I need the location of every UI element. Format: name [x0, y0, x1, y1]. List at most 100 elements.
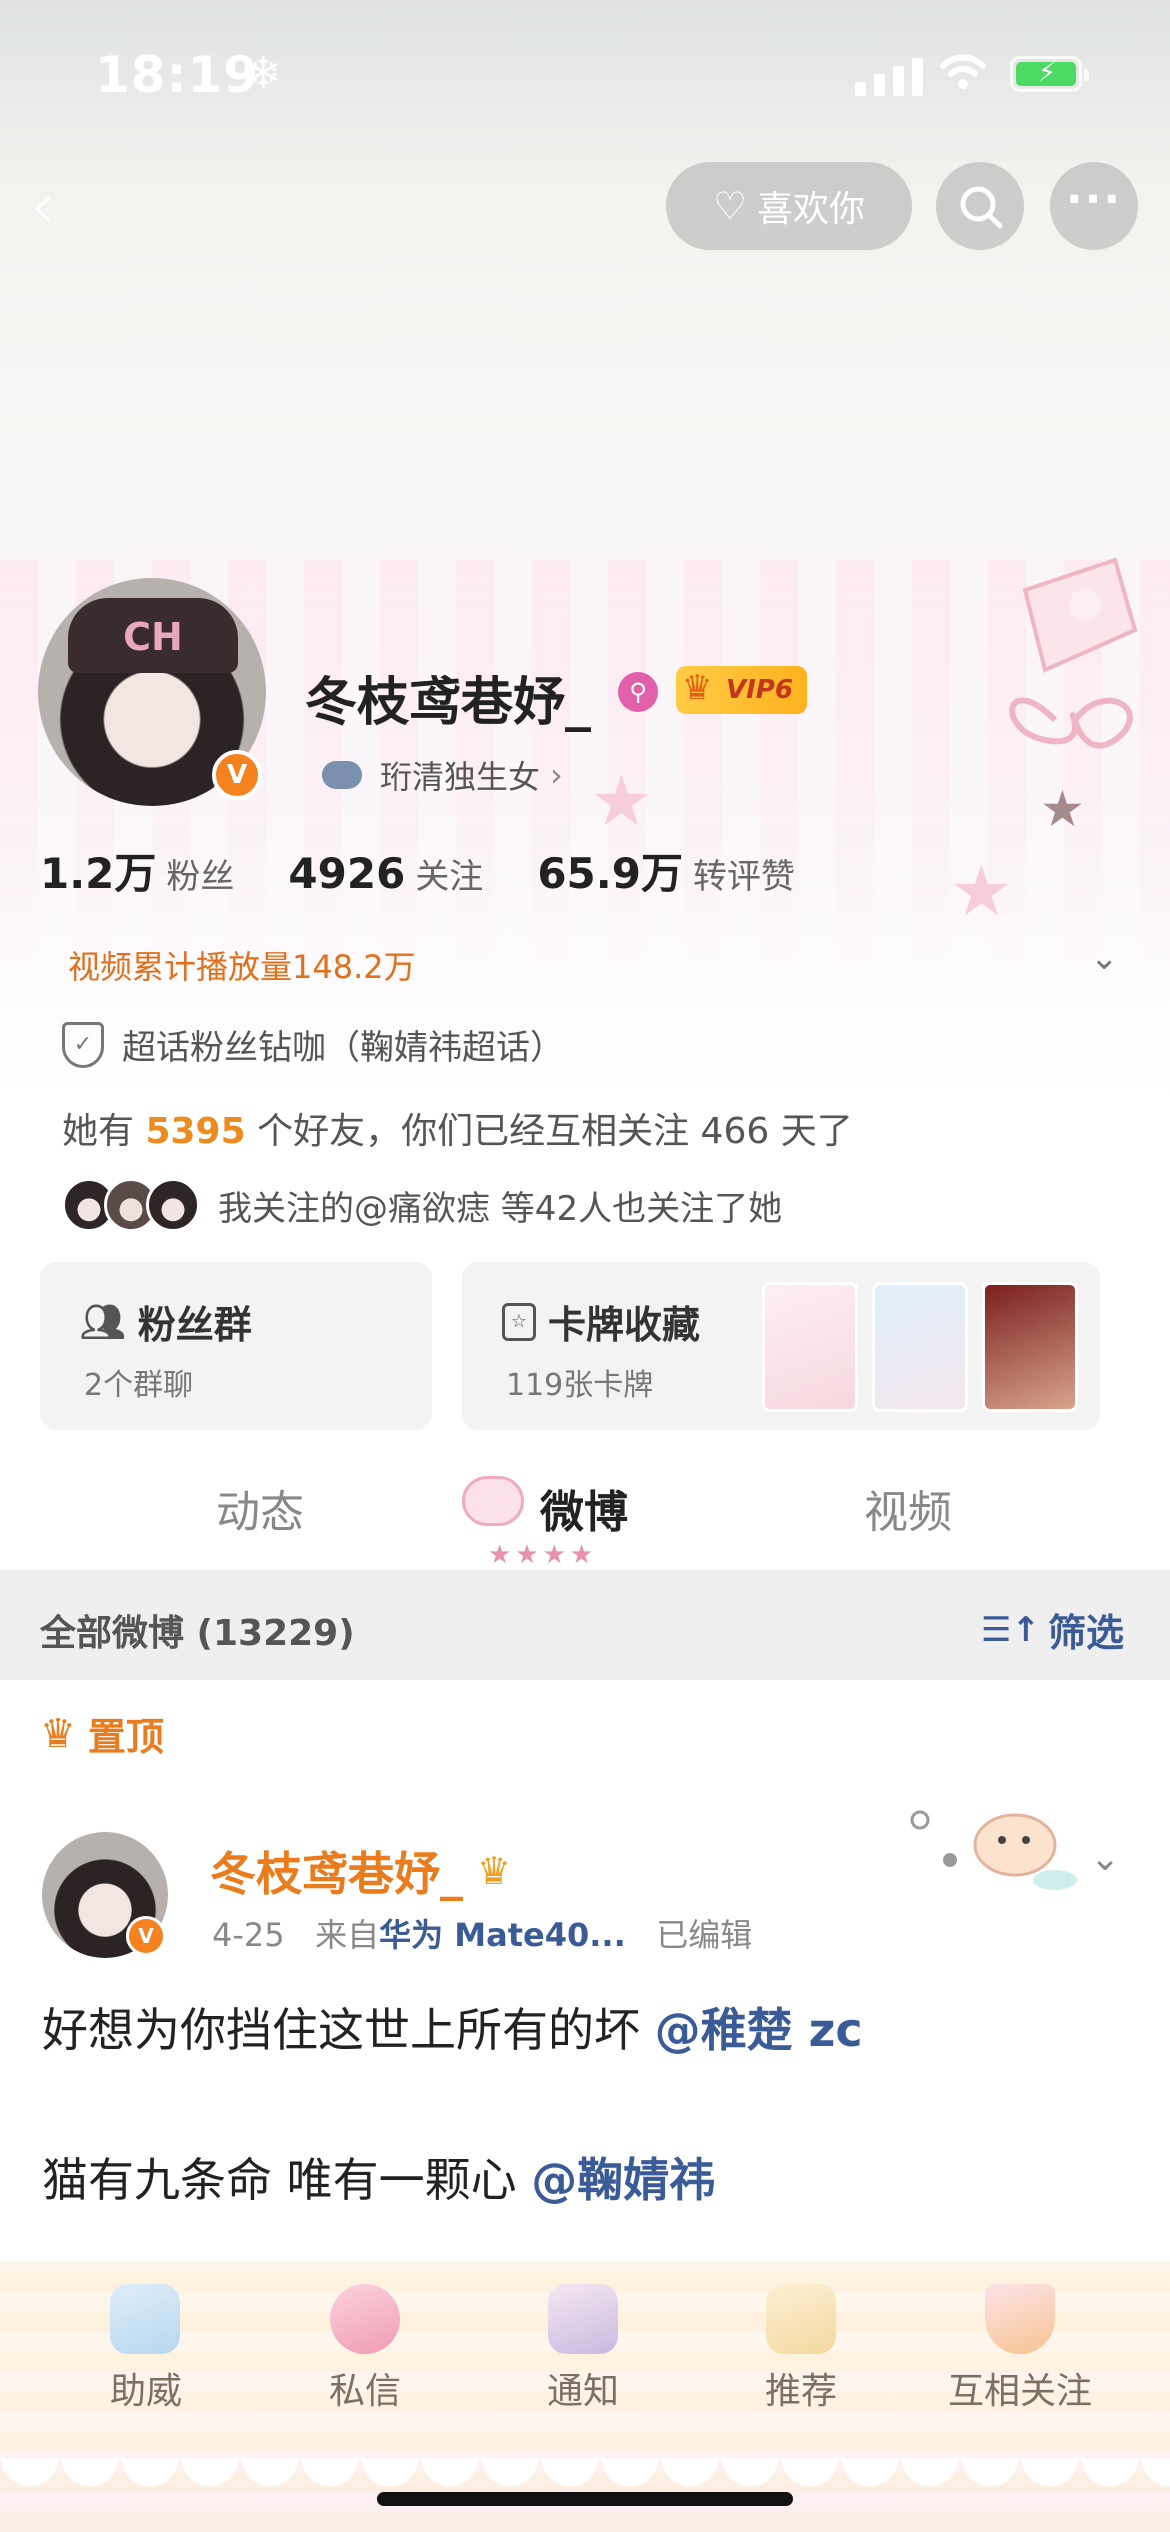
more-button[interactable]: ··· [1050, 162, 1138, 250]
card-title: 粉丝群 [137, 1303, 252, 1347]
stat-value: 65.9万 [537, 849, 683, 898]
post-sticker-decoration [910, 1810, 1077, 1890]
tab-video[interactable]: 视频 [864, 1476, 952, 1540]
all-weibo-label: 全部微博 (13229) [40, 1613, 355, 1654]
fan-badge-icon[interactable]: ⚲ [618, 672, 658, 712]
icecream-icon [985, 2284, 1055, 2354]
profile-name: 冬枝鸢巷妤_ [305, 673, 592, 733]
recommend-toast-icon [766, 2284, 836, 2354]
friends-info: 她有 5395 个好友，你们已经互相关注 466 天了 [62, 1102, 853, 1154]
decorative-star: ★ [1040, 780, 1085, 838]
notify-button[interactable]: 通知 [473, 2362, 693, 2414]
profile-stats: 1.2万 粉丝 4926 关注 65.9万 转评赞 [40, 840, 795, 901]
swirl-cake-icon [462, 1476, 524, 1526]
post-edited: 已编辑 [656, 1916, 753, 1954]
message-onigiri-icon [330, 2284, 400, 2354]
cloud-icon [322, 761, 362, 789]
stat-label: 关注 [415, 857, 484, 897]
expand-chevron-icon[interactable]: ⌄ [1090, 938, 1119, 978]
chevron-right-icon: › [550, 756, 563, 794]
card-thumbnail[interactable] [982, 1282, 1078, 1412]
likes-stat[interactable]: 65.9万 转评赞 [537, 840, 795, 901]
decorative-star: ★ [590, 760, 653, 842]
profile-tabs: 动态 微博 ★★★★ 视频 [0, 1440, 1170, 1570]
card-collection-card[interactable]: ☆ 卡牌收藏 119张卡牌 [462, 1262, 1100, 1430]
like-you-button[interactable]: ♡ 喜欢你 [666, 162, 912, 250]
status-bar: 18:19 ❄ ⚡ [0, 0, 1170, 150]
tab-weibo[interactable]: 微博 [540, 1476, 628, 1540]
stat-value: 1.2万 [40, 849, 157, 898]
crown-icon: ♛ [40, 1710, 76, 1757]
crown-icon: ♛ [682, 668, 713, 708]
card-thumbnail[interactable] [762, 1282, 858, 1412]
search-icon [960, 186, 1003, 229]
card-subtitle: 119张卡牌 [506, 1368, 654, 1403]
mini-avatar [146, 1178, 200, 1232]
pinned-label: 置顶 [87, 1715, 164, 1759]
ribbon-cake-decoration [1009, 557, 1138, 749]
clock: 18:19 [95, 46, 260, 104]
avatar-photo: CH [68, 598, 238, 673]
filter-button[interactable]: ☰↑ 筛选 [981, 1602, 1124, 1657]
tab-active-stars-icon: ★★★★ [488, 1540, 598, 1570]
followers-stat[interactable]: 1.2万 粉丝 [40, 840, 234, 901]
stat-value: 4926 [288, 849, 406, 898]
post-text: 猫有九条命 唯有一颗心 [42, 2153, 532, 2207]
vip-badge[interactable]: ♛ VIP6 [676, 666, 807, 714]
cheer-button[interactable]: 助威 [36, 2362, 256, 2414]
users-icon: 👥︎ [80, 1301, 126, 1343]
friends-prefix: 她有 [62, 1111, 146, 1152]
following-stat[interactable]: 4926 关注 [288, 849, 483, 898]
home-indicator[interactable] [377, 2492, 793, 2506]
mutual-follow-row[interactable]: 我关注的@痛欲痣 等42人也关注了她 [62, 1178, 782, 1232]
snowflake-icon: ❄ [245, 48, 282, 99]
peach-icon: ♡ [712, 184, 748, 228]
vip-crown-icon: ♛ [477, 1849, 512, 1893]
top-nav: ‹ ♡ 喜欢你 ··· [0, 160, 1170, 250]
post-date: 4-25 [212, 1916, 285, 1954]
cellular-signal-icon [855, 56, 923, 96]
wifi-icon [940, 54, 986, 89]
post-text-line: 猫有九条命 唯有一颗心 @鞠婧祎 [42, 2144, 715, 2210]
back-chevron-icon[interactable]: ‹ [30, 170, 56, 244]
mention-link[interactable]: @稚楚 zc [655, 2003, 863, 2057]
post-menu-chevron-icon[interactable]: ⌄ [1090, 1838, 1120, 1879]
post-text: 好想为你挡住这世上所有的坏 [42, 2003, 655, 2057]
verified-badge-icon: V [126, 1916, 166, 1956]
friends-suffix: 个好友，你们已经互相关注 466 天了 [245, 1111, 853, 1152]
feed-filter-bar: 全部微博 (13229) ☰↑ 筛选 [0, 1570, 1170, 1680]
profile-subtitle-link[interactable]: 珩清独生女 › [322, 752, 563, 798]
lace-decoration [0, 2458, 1170, 2518]
card-subtitle: 2个群聊 [84, 1368, 194, 1403]
cheer-wand-icon [110, 2284, 180, 2354]
subtitle-text: 珩清独生女 [380, 758, 541, 796]
notify-cloud-icon [548, 2284, 618, 2354]
pinned-tag: ♛ 置顶 [40, 1706, 164, 1761]
more-dots-icon: ··· [1065, 173, 1123, 225]
video-play-count: 视频累计播放量148.2万 [68, 948, 416, 986]
filter-label: 筛选 [1047, 1611, 1124, 1655]
like-you-label: 喜欢你 [757, 189, 866, 230]
super-topic-row[interactable]: ✓ 超话粉丝钻咖（鞠婧祎超话） [62, 1020, 564, 1069]
mention-link[interactable]: @鞠婧祎 [531, 2153, 715, 2207]
recommend-button[interactable]: 推荐 [691, 2362, 911, 2414]
battery-icon: ⚡ [1010, 56, 1089, 92]
fan-group-card[interactable]: 👥︎ 粉丝群 2个群聊 [40, 1262, 432, 1430]
tab-dynamic[interactable]: 动态 [216, 1476, 304, 1540]
search-button[interactable] [936, 162, 1024, 250]
card-thumbnail[interactable] [872, 1282, 968, 1412]
mutual-follow-text: 我关注的@痛欲痣 等42人也关注了她 [218, 1188, 783, 1229]
feature-cards: 👥︎ 粉丝群 2个群聊 ☆ 卡牌收藏 119张卡牌 [40, 1262, 1100, 1430]
post-source-prefix: 来自 [315, 1916, 380, 1954]
mutual-follow-button[interactable]: 互相关注 [910, 2362, 1130, 2414]
verified-badge-icon: V [212, 750, 262, 800]
friends-count: 5395 [145, 1111, 246, 1152]
shield-icon: ✓ [62, 1021, 104, 1068]
vip-label: VIP6 [726, 675, 793, 705]
post-author-name-row[interactable]: 冬枝鸢巷妤_ ♛ [210, 1838, 511, 1904]
card-title: 卡牌收藏 [548, 1303, 701, 1347]
post-device[interactable]: 华为 Mate40... [379, 1916, 626, 1954]
message-button[interactable]: 私信 [255, 2362, 475, 2414]
decorative-star: ★ [950, 850, 1013, 932]
stat-label: 粉丝 [166, 857, 235, 897]
